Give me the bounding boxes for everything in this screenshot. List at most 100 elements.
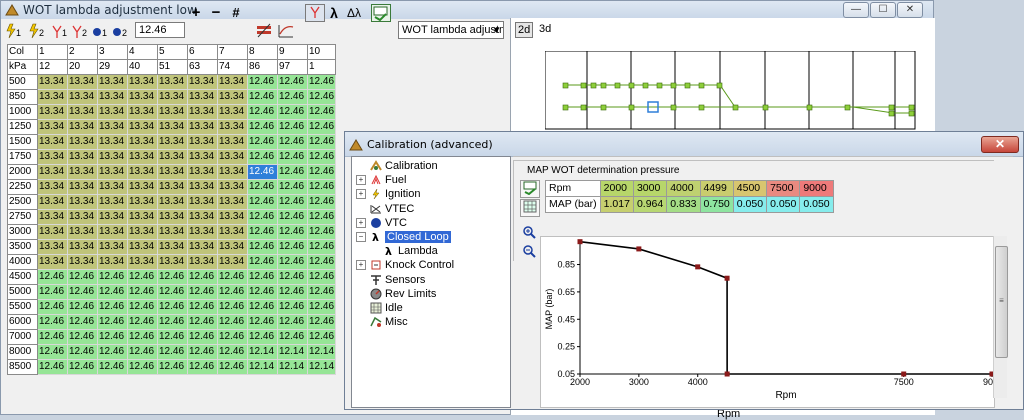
injector-1-icon[interactable]: 1 xyxy=(93,28,107,38)
grid-cell[interactable]: 12.46 xyxy=(277,269,308,285)
grid-cell[interactable]: 12.46 xyxy=(67,329,98,345)
rpm-row-header[interactable]: 7000 xyxy=(7,329,38,345)
rpm-row-header[interactable]: 1750 xyxy=(7,149,38,165)
grid-cell[interactable]: 13.34 xyxy=(37,179,68,195)
grid-cell[interactable]: 13.34 xyxy=(97,89,128,105)
tree-item-knock-control[interactable]: + Knock Control xyxy=(356,258,454,272)
kpa-value[interactable]: 86 xyxy=(247,59,278,75)
grid-cell[interactable]: 12.46 xyxy=(97,299,128,315)
map-cell[interactable]: 0.050 xyxy=(732,196,768,213)
grid-cell[interactable]: 12.46 xyxy=(277,89,308,105)
grid-cell[interactable]: 12.46 xyxy=(247,209,278,225)
grid-cell[interactable]: 12.46 xyxy=(37,314,68,330)
main-close-button[interactable]: ✕ xyxy=(897,2,923,18)
grid-cell[interactable]: 13.34 xyxy=(67,119,98,135)
grid-cell[interactable]: 12.46 xyxy=(306,194,337,210)
live-button[interactable] xyxy=(371,4,391,22)
grid-cell[interactable]: 12.46 xyxy=(306,179,337,195)
lightning-1-icon[interactable]: 1 xyxy=(6,23,21,39)
rpm-cell[interactable]: 3000 xyxy=(632,180,668,197)
grid-cell[interactable]: 13.34 xyxy=(37,164,68,180)
grid-cell[interactable]: 13.34 xyxy=(97,134,128,150)
rpm-row-header[interactable]: 5500 xyxy=(7,299,38,315)
grid-cell[interactable]: 13.34 xyxy=(217,134,248,150)
grid-cell[interactable]: 12.46 xyxy=(97,344,128,360)
grid-hash-button[interactable]: # xyxy=(229,4,243,22)
grid-cell[interactable]: 13.34 xyxy=(187,164,218,180)
grid-cell[interactable]: 13.34 xyxy=(127,134,158,150)
grid-cell[interactable]: 12.46 xyxy=(277,119,308,135)
col-number[interactable]: 8 xyxy=(247,44,278,60)
grid-cell[interactable]: 12.46 xyxy=(247,89,278,105)
grid-cell[interactable]: 13.34 xyxy=(157,74,188,90)
tree-item-closed-loop[interactable]: − λ Closed Loop xyxy=(356,230,451,244)
grid-cell[interactable]: 12.46 xyxy=(67,269,98,285)
grid-cell[interactable]: 12.46 xyxy=(277,179,308,195)
rpm-row-header[interactable]: 3000 xyxy=(7,224,38,240)
tree-expander-icon[interactable]: + xyxy=(356,175,366,186)
grid-cell[interactable]: 13.34 xyxy=(37,119,68,135)
rpm-row-header[interactable]: 8000 xyxy=(7,344,38,360)
grid-cell[interactable]: 12.46 xyxy=(67,344,98,360)
grid-cell[interactable]: 13.34 xyxy=(187,89,218,105)
grid-cell[interactable]: 13.34 xyxy=(157,254,188,270)
grid-cell[interactable]: 13.34 xyxy=(127,224,158,240)
rpm-row-header[interactable]: 2750 xyxy=(7,209,38,225)
tree-expander-icon[interactable]: + xyxy=(356,189,366,200)
grid-cell[interactable]: 13.34 xyxy=(67,254,98,270)
kpa-value[interactable]: 51 xyxy=(157,59,188,75)
grid-cell[interactable]: 12.46 xyxy=(67,359,98,375)
grid-cell[interactable]: 12.46 xyxy=(277,149,308,165)
grid-cell[interactable]: 12.46 xyxy=(127,314,158,330)
grid-cell[interactable]: 12.46 xyxy=(306,209,337,225)
grid-cell[interactable]: 12.46 xyxy=(217,344,248,360)
grid-cell[interactable]: 13.34 xyxy=(157,104,188,120)
grid-cell[interactable]: 13.34 xyxy=(187,239,218,255)
panel-vertical-scrollbar[interactable]: ≡ xyxy=(993,236,1008,398)
grid-cell[interactable]: 13.34 xyxy=(97,239,128,255)
grid-cell[interactable]: 13.34 xyxy=(67,134,98,150)
map-cell[interactable]: 0.964 xyxy=(632,196,668,213)
grid-cell[interactable]: 13.34 xyxy=(127,179,158,195)
grid-cell[interactable]: 12.46 xyxy=(67,284,98,300)
rpm-row-header[interactable]: 1000 xyxy=(7,104,38,120)
rpm-row-header[interactable]: 5000 xyxy=(7,284,38,300)
spark-2-icon[interactable]: 2 xyxy=(72,25,87,38)
grid-cell[interactable]: 12.46 xyxy=(306,149,337,165)
grid-cell[interactable]: 13.34 xyxy=(37,89,68,105)
tree-item-fuel[interactable]: + Fuel xyxy=(356,173,406,187)
rpm-cell[interactable]: 4000 xyxy=(666,180,701,197)
grid-cell[interactable]: 13.34 xyxy=(157,194,188,210)
tree-item-idle[interactable]: Idle xyxy=(369,301,403,315)
rpm-cell[interactable]: 9000 xyxy=(799,180,834,197)
grid-cell[interactable]: 12.46 xyxy=(306,134,337,150)
grid-cell[interactable]: 12.46 xyxy=(277,239,308,255)
grid-cell[interactable]: 12.46 xyxy=(37,269,68,285)
grid-cell[interactable]: 13.34 xyxy=(37,104,68,120)
grid-cell[interactable]: 12.46 xyxy=(277,299,308,315)
tree-item-calibration[interactable]: Calibration xyxy=(369,159,438,173)
grid-cell[interactable]: 12.14 xyxy=(247,359,278,375)
grid-cell[interactable]: 12.46 xyxy=(157,284,188,300)
rpm-row-header[interactable]: 4500 xyxy=(7,269,38,285)
kpa-value[interactable]: 97 xyxy=(277,59,308,75)
grid-cell[interactable]: 12.46 xyxy=(277,74,308,90)
grid-cell[interactable]: 12.46 xyxy=(217,329,248,345)
tab-2d[interactable]: 2d xyxy=(515,22,534,38)
grid-cell[interactable]: 12.46 xyxy=(247,224,278,240)
col-number[interactable]: 5 xyxy=(157,44,188,60)
grid-cell[interactable]: 12.46 xyxy=(217,284,248,300)
grid-cell[interactable]: 13.34 xyxy=(157,89,188,105)
grid-cell[interactable]: 13.34 xyxy=(187,104,218,120)
col-number[interactable]: 10 xyxy=(306,44,337,60)
live-view-button[interactable] xyxy=(520,180,540,198)
grid-cell[interactable]: 13.34 xyxy=(187,119,218,135)
grid-cell[interactable]: 13.34 xyxy=(217,164,248,180)
col-number[interactable]: 9 xyxy=(277,44,308,60)
grid-cell[interactable]: 12.46 xyxy=(306,224,337,240)
grid-cell[interactable]: 13.34 xyxy=(187,209,218,225)
kpa-value[interactable]: 74 xyxy=(217,59,248,75)
grid-cell[interactable]: 12.46 xyxy=(187,284,218,300)
value-input[interactable] xyxy=(135,22,185,38)
grid-cell[interactable]: 12.14 xyxy=(277,344,308,360)
